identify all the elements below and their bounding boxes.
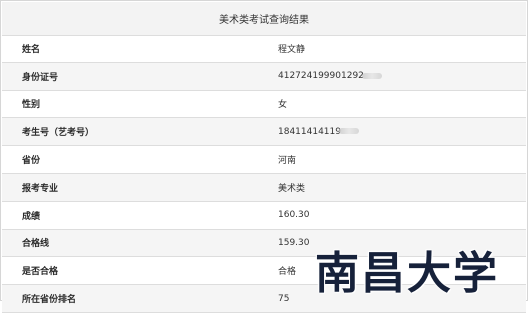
row-value: 合格 [278, 267, 297, 278]
row-label: 所在省份排名 [22, 295, 77, 306]
row-value: 75 [278, 293, 290, 304]
row-value: 160.30 [278, 210, 310, 221]
table-row: 性别 女 [2, 91, 526, 119]
table-row: 省份 河南 [2, 146, 526, 174]
row-label: 成绩 [22, 211, 41, 222]
row-value: 女 [278, 100, 288, 111]
row-label: 性别 [22, 100, 41, 111]
results-panel: 美术类考试查询结果 姓名 程文静 身份证号 412724199901292 性别… [0, 0, 528, 313]
exam-number-text: 18411414119 [278, 126, 341, 137]
row-value: 美术类 [278, 183, 306, 194]
watermark-logo-text: 南昌大学 [315, 248, 499, 299]
table-row: 报考专业 美术类 [2, 173, 526, 202]
row-value: 412724199901292 [258, 71, 382, 81]
row-label: 省份 [22, 156, 41, 167]
redaction-blur [361, 72, 382, 79]
table-row: 考生号（艺考号） 18411414119 [2, 118, 526, 147]
row-label: 合格线 [22, 239, 50, 250]
row-label: 姓名 [22, 44, 41, 55]
row-label: 考生号（艺考号） [22, 128, 95, 139]
row-value: 河南 [278, 156, 297, 167]
row-label: 身份证号 [22, 72, 59, 83]
row-value: 18411414119 [258, 127, 359, 137]
table-row: 姓名 程文静 [2, 35, 526, 63]
table-row: 身份证号 412724199901292 [2, 62, 526, 91]
redaction-blur [339, 128, 359, 135]
id-number-text: 412724199901292 [278, 71, 364, 82]
panel-title: 美术类考试查询结果 [2, 2, 526, 36]
row-label: 报考专业 [22, 183, 59, 194]
row-label: 是否合格 [22, 267, 59, 278]
row-value: 程文静 [278, 44, 306, 55]
table-row: 成绩 160.30 [2, 202, 526, 230]
row-value: 159.30 [278, 237, 310, 248]
